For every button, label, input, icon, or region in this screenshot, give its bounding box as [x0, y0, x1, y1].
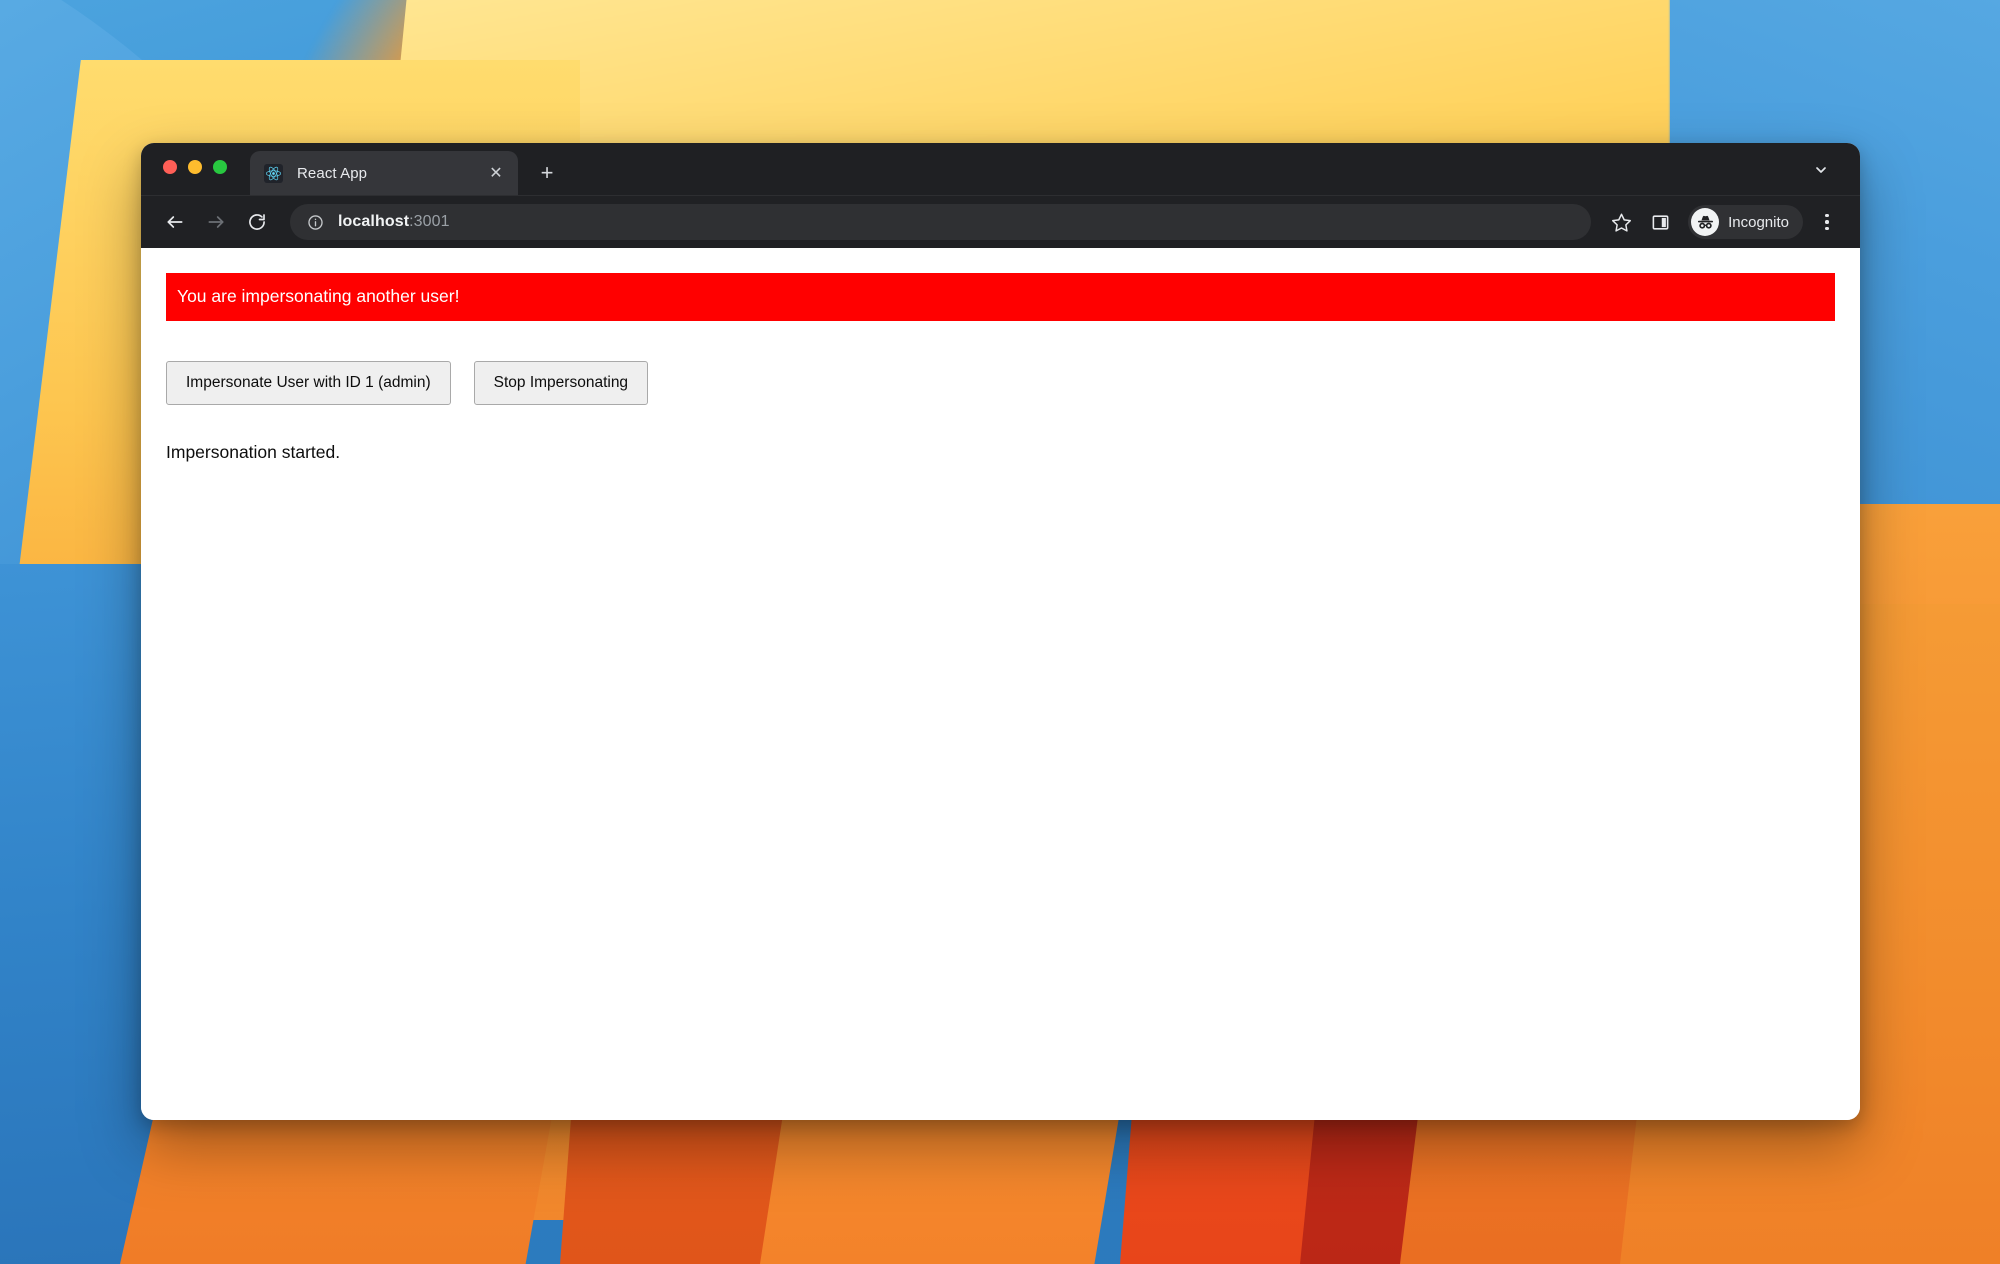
info-circle-icon[interactable]: [306, 213, 325, 232]
incognito-avatar-icon: [1691, 208, 1720, 236]
action-button-row: Impersonate User with ID 1 (admin) Stop …: [166, 361, 1835, 406]
close-window-button[interactable]: [163, 160, 177, 174]
three-dots-menu-icon[interactable]: [1812, 205, 1842, 239]
browser-toolbar: localhost:3001 Incognito: [141, 195, 1860, 248]
tab-title: React App: [297, 164, 368, 182]
impersonation-banner: You are impersonating another user!: [166, 273, 1835, 321]
address-bar-url: localhost:3001: [338, 213, 450, 231]
url-host: localhost: [338, 213, 410, 230]
url-port: :3001: [409, 213, 450, 230]
maximize-window-button[interactable]: [213, 160, 227, 174]
minimize-window-button[interactable]: [188, 160, 202, 174]
react-logo-icon: [264, 163, 283, 183]
browser-window: React App ✕ + localhost:3001 Incognito Y…: [141, 143, 1860, 1120]
window-traffic-lights: [163, 160, 227, 174]
new-tab-button[interactable]: +: [530, 156, 564, 190]
impersonate-user-button[interactable]: Impersonate User with ID 1 (admin): [166, 361, 451, 406]
incognito-label: Incognito: [1728, 213, 1789, 231]
reload-button[interactable]: [239, 204, 275, 240]
incognito-profile-chip[interactable]: Incognito: [1688, 205, 1803, 239]
forward-button[interactable]: [198, 204, 234, 240]
browser-tab-react-app[interactable]: React App ✕: [250, 151, 518, 195]
back-button[interactable]: [157, 204, 193, 240]
page-content: You are impersonating another user! Impe…: [141, 248, 1860, 1120]
side-panel-icon[interactable]: [1643, 205, 1677, 239]
stop-impersonating-button[interactable]: Stop Impersonating: [473, 361, 649, 406]
star-icon[interactable]: [1604, 205, 1638, 239]
close-tab-button[interactable]: ✕: [484, 161, 508, 185]
chevron-down-icon[interactable]: [1806, 155, 1836, 185]
tab-strip: React App ✕ +: [141, 143, 1860, 195]
status-message: Impersonation started.: [166, 442, 341, 463]
address-bar[interactable]: localhost:3001: [290, 204, 1592, 240]
